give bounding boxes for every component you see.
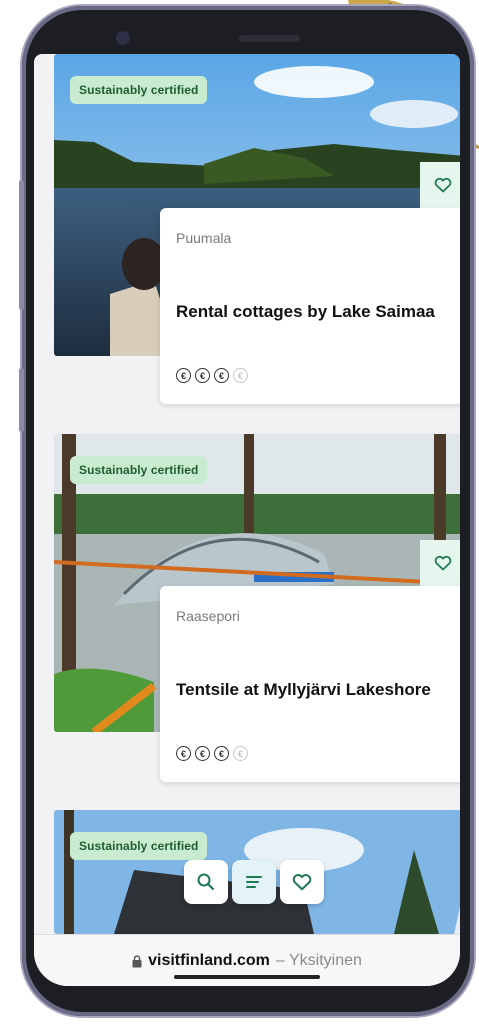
browser-screen: Sustainably certified Puumala Rental cot… [34, 54, 460, 986]
price-level: € € € € [176, 746, 248, 761]
floating-nav [184, 860, 324, 904]
price-symbol: € [214, 368, 229, 383]
heart-icon [292, 874, 312, 891]
sustainability-badge: Sustainably certified [70, 832, 208, 860]
price-symbol: € [195, 368, 210, 383]
home-indicator[interactable] [174, 975, 320, 979]
price-symbol-inactive: € [233, 368, 248, 383]
listing-location: Raasepori [176, 608, 240, 624]
price-symbol: € [176, 368, 191, 383]
listing-info-panel: Raasepori Tentsile at Myllyjärvi Lakesho… [160, 586, 460, 782]
heart-icon [434, 177, 452, 193]
favorites-button[interactable] [280, 860, 324, 904]
list-view-button[interactable] [232, 860, 276, 904]
listing-location: Puumala [176, 230, 232, 246]
front-camera [116, 31, 130, 45]
lock-icon [132, 954, 142, 967]
price-symbol: € [195, 746, 210, 761]
url-domain: visitfinland.com [148, 952, 270, 969]
price-symbol-inactive: € [233, 746, 248, 761]
search-button[interactable] [184, 860, 228, 904]
listing-info-panel: Puumala Rental cottages by Lake Saimaa €… [160, 208, 460, 404]
phone-speaker [238, 35, 300, 42]
listing-title[interactable]: Rental cottages by Lake Saimaa [176, 300, 446, 324]
phone-side-button [19, 180, 24, 310]
sustainability-badge: Sustainably certified [70, 76, 208, 104]
price-level: € € € € [176, 368, 248, 383]
heart-icon [434, 555, 452, 571]
private-mode-label: – Yksityinen [275, 952, 362, 969]
price-symbol: € [214, 746, 229, 761]
list-icon [246, 876, 262, 888]
favorite-button[interactable] [420, 540, 460, 586]
price-symbol: € [176, 746, 191, 761]
phone-volume-button [19, 368, 24, 432]
sustainability-badge: Sustainably certified [70, 456, 208, 484]
favorite-button[interactable] [420, 162, 460, 208]
search-icon [197, 873, 215, 891]
listing-title[interactable]: Tentsile at Myllyjärvi Lakeshore [176, 678, 446, 702]
